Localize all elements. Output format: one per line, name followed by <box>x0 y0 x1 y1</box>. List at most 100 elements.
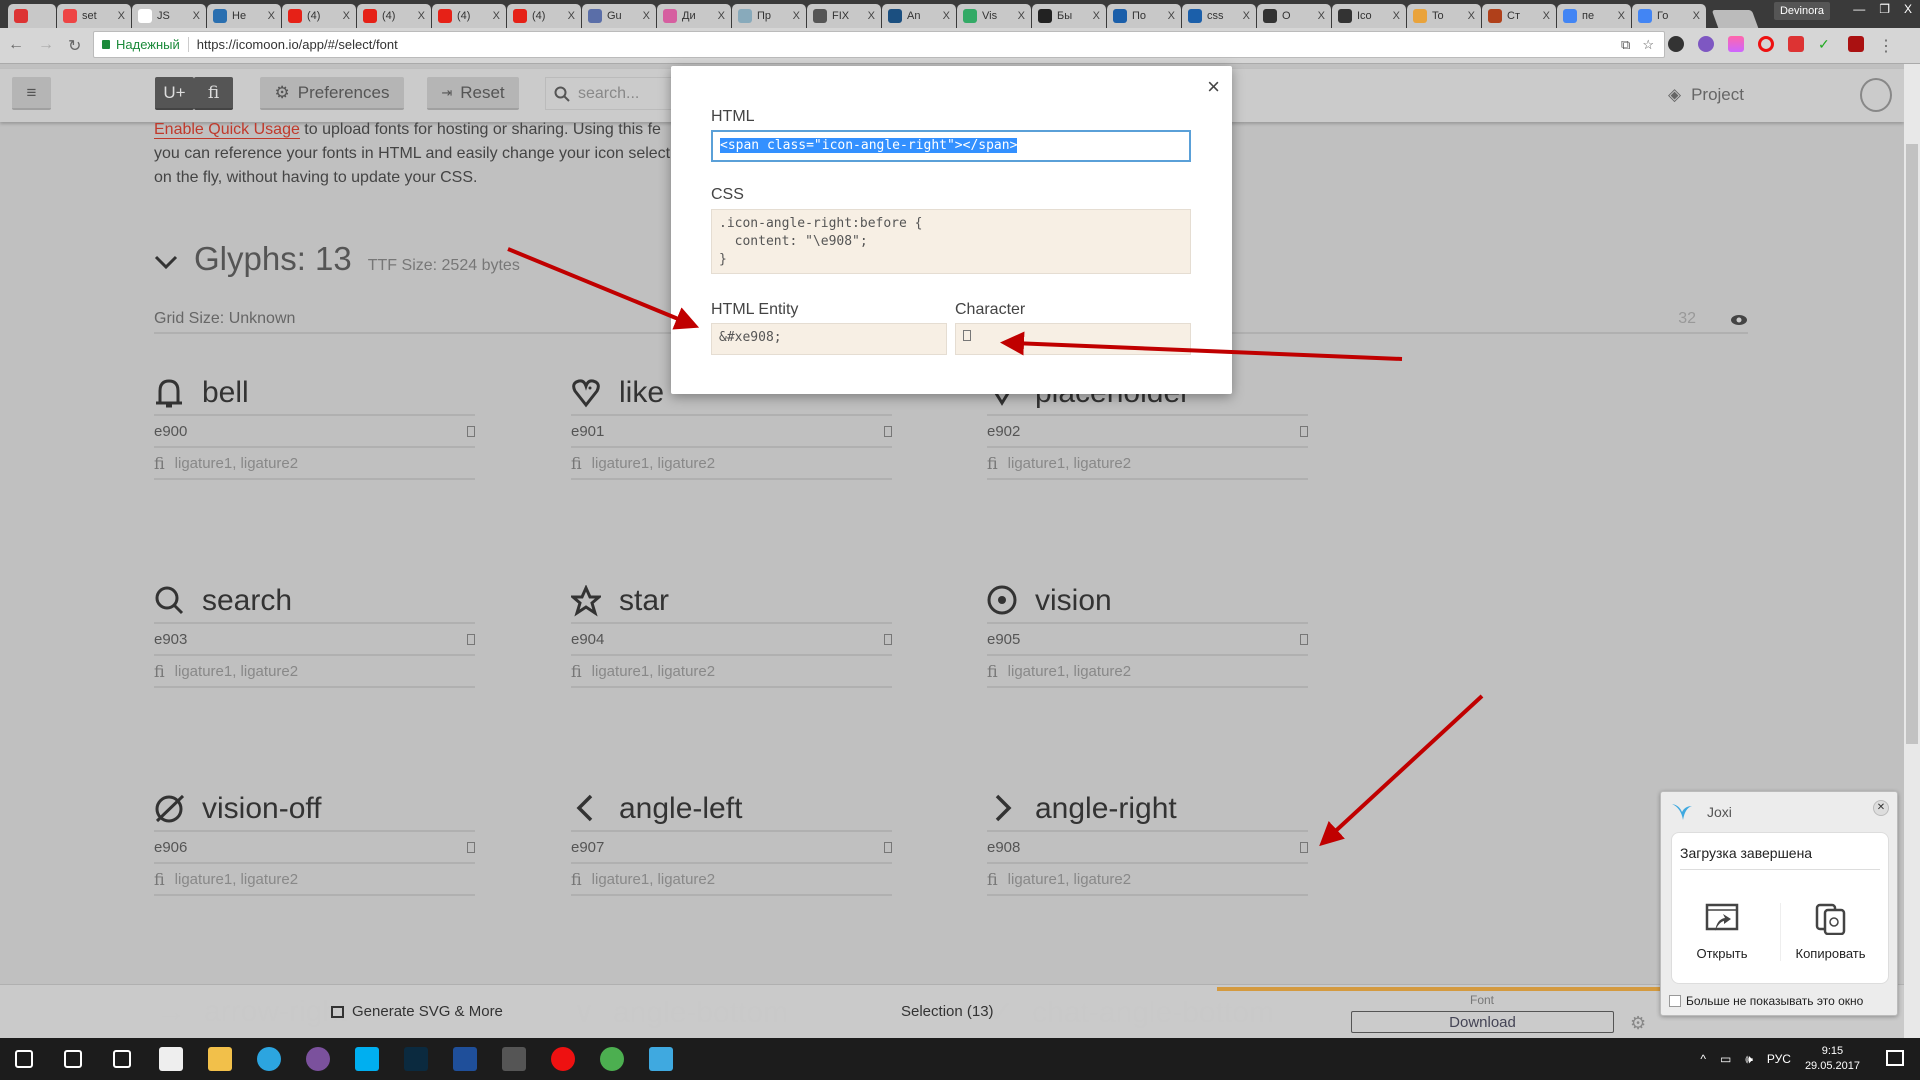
gear-extension-icon[interactable] <box>1668 36 1684 52</box>
browser-tab[interactable]: An X <box>882 4 956 28</box>
html-field[interactable]: <span class="icon-angle-right"></span> <box>711 130 1191 162</box>
glyph-ligatures[interactable]: ligature1, ligature2 <box>175 871 298 888</box>
tab-close-icon[interactable]: X <box>793 10 800 22</box>
browser-tab[interactable]: Gu X <box>582 4 656 28</box>
chrome-taskbar-icon[interactable] <box>600 1047 624 1071</box>
browser-tab[interactable]: Бы X <box>1032 4 1106 28</box>
network-icon[interactable]: ▭ <box>1720 1052 1731 1066</box>
glyph-name[interactable]: like <box>619 376 664 410</box>
eye-icon[interactable] <box>1730 314 1748 326</box>
css-field[interactable]: .icon-angle-right:before { content: "\e9… <box>711 209 1191 274</box>
tab-close-icon[interactable]: X <box>1243 10 1250 22</box>
back-icon[interactable]: ← <box>8 36 24 56</box>
project-button[interactable]: ◈ Project <box>1668 85 1744 105</box>
tab-close-icon[interactable]: X <box>343 10 350 22</box>
glyph-name[interactable]: vision-off <box>202 792 322 826</box>
glyph-code[interactable]: e904 <box>571 631 604 648</box>
start-taskbar-icon[interactable] <box>15 1050 33 1068</box>
tab-close-icon[interactable]: X <box>1168 10 1175 22</box>
glyph-card-angle-right[interactable]: angle-right e908 ﬁ ligature1, ligature2 <box>987 788 1308 896</box>
glyph-card-vision-off[interactable]: vision-off e906 ﬁ ligature1, ligature2 <box>154 788 475 896</box>
enable-quick-usage-link[interactable]: Enable Quick Usage <box>154 121 300 139</box>
browser-tab[interactable]: пе X <box>1557 4 1631 28</box>
viber-taskbar-icon[interactable] <box>306 1047 330 1071</box>
scrollbar-thumb[interactable] <box>1906 144 1918 744</box>
reload-icon[interactable]: ↻ <box>68 36 81 56</box>
restore-icon[interactable]: ❐ <box>1879 2 1890 16</box>
opera-extension-icon[interactable] <box>1758 36 1774 52</box>
tab-close-icon[interactable]: X <box>868 10 875 22</box>
gradient-extension-icon[interactable] <box>1728 36 1744 52</box>
sublime-taskbar-icon[interactable] <box>502 1047 526 1071</box>
glyph-char-box[interactable] <box>1300 425 1308 437</box>
check-extension-icon[interactable]: ✓ <box>1818 36 1834 52</box>
glyph-card-search[interactable]: search e903 ﬁ ligature1, ligature2 <box>154 580 475 688</box>
glyph-code[interactable]: e907 <box>571 839 604 856</box>
close-icon[interactable]: × <box>1207 74 1220 100</box>
glyph-name[interactable]: angle-left <box>619 792 742 826</box>
glyph-card-bell[interactable]: bell e900 ﬁ ligature1, ligature2 <box>154 372 475 480</box>
photoshop-taskbar-icon[interactable] <box>404 1047 428 1071</box>
minimize-icon[interactable]: — <box>1853 2 1865 16</box>
browser-tab[interactable]: set X <box>57 4 131 28</box>
glyph-char-box[interactable] <box>884 633 892 645</box>
notifications-icon[interactable] <box>1886 1050 1904 1066</box>
glyph-ligatures[interactable]: ligature1, ligature2 <box>592 455 715 472</box>
glyph-ligatures[interactable]: ligature1, ligature2 <box>1008 455 1131 472</box>
tab-close-icon[interactable]: X <box>1543 10 1550 22</box>
character-field[interactable] <box>955 323 1191 355</box>
browser-tab[interactable]: По X <box>1107 4 1181 28</box>
profile-button[interactable]: Devinora <box>1773 2 1830 20</box>
browser-tab[interactable]: (4) X <box>282 4 356 28</box>
tab-close-icon[interactable]: X <box>1318 10 1325 22</box>
glyph-code[interactable]: e903 <box>154 631 187 648</box>
tab-close-icon[interactable]: X <box>493 10 500 22</box>
browser-tab[interactable]: Vis X <box>957 4 1031 28</box>
browser-tab[interactable]: Ст X <box>1482 4 1556 28</box>
translate-icon[interactable]: ⧉ <box>1621 37 1630 53</box>
chevron-down-icon[interactable] <box>154 254 178 270</box>
browser-tab[interactable]: css X <box>1182 4 1256 28</box>
tab-close-icon[interactable]: X <box>568 10 575 22</box>
new-tab-button[interactable] <box>1711 10 1759 28</box>
selection-button[interactable]: Selection (13) <box>901 1003 994 1020</box>
glyph-card-angle-left[interactable]: angle-left e907 ﬁ ligature1, ligature2 <box>571 788 892 896</box>
joxi-taskbar-icon[interactable] <box>649 1047 673 1071</box>
tab-close-icon[interactable]: X <box>193 10 200 22</box>
tab-close-icon[interactable]: X <box>943 10 950 22</box>
browser-tab[interactable]: Ico X <box>1332 4 1406 28</box>
glyph-code[interactable]: e905 <box>987 631 1020 648</box>
browser-tab[interactable]: (4) X <box>432 4 506 28</box>
glyph-ligatures[interactable]: ligature1, ligature2 <box>175 663 298 680</box>
glyph-code[interactable]: e902 <box>987 423 1020 440</box>
copy-button[interactable]: Копировать <box>1780 903 1880 961</box>
font-settings-gear-icon[interactable]: ⚙ <box>1630 1013 1646 1034</box>
explorer-taskbar-icon[interactable] <box>208 1047 232 1071</box>
glyph-char-box[interactable] <box>467 633 475 645</box>
glyph-char-box[interactable] <box>1300 633 1308 645</box>
glyph-ligatures[interactable]: ligature1, ligature2 <box>175 455 298 472</box>
close-icon[interactable]: ✕ <box>1873 800 1889 816</box>
unicode-toggle[interactable]: U+ <box>155 77 194 110</box>
url-text[interactable]: https://icomoon.io/app/#/select/font <box>197 37 398 52</box>
pdf-extension-icon[interactable] <box>1848 36 1864 52</box>
browser-tab[interactable] <box>8 4 56 28</box>
close-window-icon[interactable]: X <box>1904 2 1912 16</box>
calculator-taskbar-icon[interactable] <box>159 1047 183 1071</box>
address-bar[interactable]: Надежный https://icomoon.io/app/#/select… <box>93 31 1665 58</box>
tab-close-icon[interactable]: X <box>1618 10 1625 22</box>
tab-close-icon[interactable]: X <box>1093 10 1100 22</box>
preview-size[interactable]: 32 <box>1678 310 1696 328</box>
browser-tab[interactable]: FIX X <box>807 4 881 28</box>
tab-close-icon[interactable]: X <box>268 10 275 22</box>
glyph-name[interactable]: search <box>202 584 292 618</box>
glyph-code[interactable]: e900 <box>154 423 187 440</box>
glyph-char-box[interactable] <box>1300 841 1308 853</box>
powershell-taskbar-icon[interactable] <box>453 1047 477 1071</box>
glyph-ligatures[interactable]: ligature1, ligature2 <box>1008 871 1131 888</box>
glyph-ligatures[interactable]: ligature1, ligature2 <box>1008 663 1131 680</box>
bookmark-star-icon[interactable]: ☆ <box>1642 37 1654 53</box>
tab-close-icon[interactable]: X <box>1018 10 1025 22</box>
glyph-card-star[interactable]: star e904 ﬁ ligature1, ligature2 <box>571 580 892 688</box>
skype-taskbar-icon[interactable] <box>355 1047 379 1071</box>
